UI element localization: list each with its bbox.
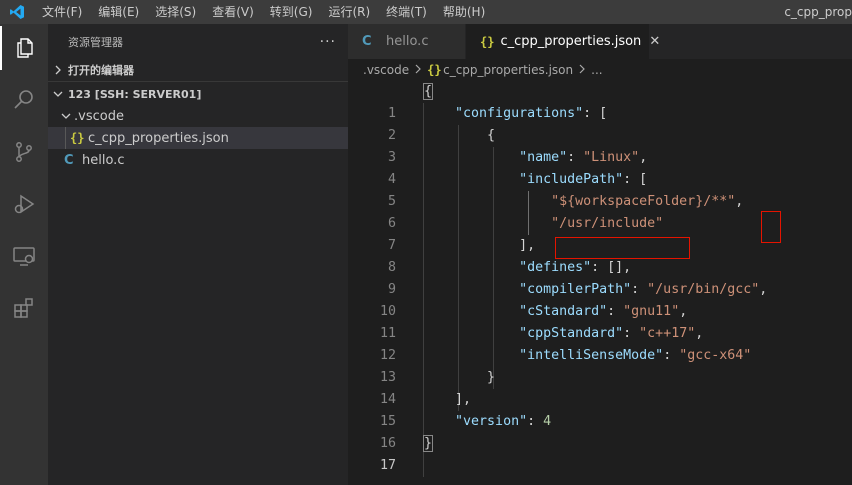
tab-bar: C hello.c {} c_cpp_properties.json ✕ <box>348 24 852 59</box>
menu-go[interactable]: 转到(G) <box>262 0 321 24</box>
chevron-right-icon <box>414 63 422 77</box>
run-debug-icon[interactable] <box>0 182 48 226</box>
breadcrumb-tail[interactable]: ... <box>591 63 602 77</box>
json-file-icon: {} <box>480 34 495 49</box>
code-line-9: 9 "defines": [], <box>387 260 632 297</box>
menu-help[interactable]: 帮助(H) <box>435 0 493 24</box>
window-title: c_cpp_prop <box>784 5 852 19</box>
close-icon[interactable]: ✕ <box>649 34 660 49</box>
code-line-4: 4 "name": "Linux", <box>387 150 648 187</box>
tab-c-cpp-properties[interactable]: {} c_cpp_properties.json ✕ <box>466 24 660 59</box>
code-line-12: 12 "cppStandard": "c++17", <box>379 326 704 363</box>
breadcrumb: .vscode {} c_cpp_properties.json ... <box>348 59 852 81</box>
code-line-14: 14 } <box>379 370 496 407</box>
section-divider <box>48 81 348 82</box>
workspace-section[interactable]: 123 [SSH: SERVER01] <box>48 83 348 105</box>
tree-file-c-cpp-properties[interactable]: {} c_cpp_properties.json <box>48 127 348 149</box>
tab-hello-c[interactable]: C hello.c <box>348 24 466 59</box>
activity-bar <box>0 24 48 485</box>
code-line-10: 10 "compilerPath": "/usr/bin/gcc", <box>379 282 768 319</box>
sidebar-header: 资源管理器 ··· <box>48 24 348 59</box>
code-line-15: 15 ], <box>379 392 472 429</box>
highlight-box-usr-include <box>555 237 690 259</box>
highlighted-comma: , <box>735 194 744 209</box>
json-file-icon: {} <box>427 63 442 77</box>
tab-label: hello.c <box>386 34 429 49</box>
menu-run[interactable]: 运行(R) <box>320 0 378 24</box>
code-line-11: 11 "cStandard": "gnu11", <box>379 304 688 341</box>
code-line-2: 2 "configurations": [ <box>387 106 608 143</box>
code-line-13: 13 "intelliSenseMode": "gcc-x64" <box>379 348 752 385</box>
search-icon[interactable] <box>0 78 48 122</box>
tab-label: c_cpp_properties.json <box>500 34 642 49</box>
code-line-6: 6 "${workspaceFolder}/**", <box>387 194 744 231</box>
workspace-label: 123 [SSH: SERVER01] <box>68 87 202 101</box>
chevron-right-icon <box>578 63 586 77</box>
file-label: c_cpp_properties.json <box>88 130 229 146</box>
code-editor[interactable]: 1 { 2 "configurations": [ 3 { 4 "name": … <box>348 81 852 477</box>
code-line-3: 3 { <box>387 128 496 165</box>
tree-file-hello-c[interactable]: C hello.c <box>48 149 348 171</box>
breadcrumb-folder[interactable]: .vscode <box>363 63 409 77</box>
explorer-sidebar: 资源管理器 ··· 打开的编辑器 123 [SSH: SERVER01] .vs… <box>48 24 348 485</box>
code-line-1: 1 { <box>387 83 434 121</box>
sidebar-title: 资源管理器 <box>68 35 123 49</box>
open-editors-label: 打开的编辑器 <box>68 64 134 77</box>
indent-guide <box>65 127 66 149</box>
explorer-icon[interactable] <box>0 26 48 70</box>
vscode-logo-icon <box>0 0 34 24</box>
chevron-right-icon <box>48 65 68 75</box>
menu-edit[interactable]: 编辑(E) <box>90 0 147 24</box>
json-file-icon: {} <box>70 131 85 145</box>
menu-file[interactable]: 文件(F) <box>34 0 90 24</box>
chevron-down-icon <box>58 111 74 121</box>
menu-selection[interactable]: 选择(S) <box>147 0 204 24</box>
open-editors-section[interactable]: 打开的编辑器 <box>48 59 348 81</box>
code-line-5: 5 "includePath": [ <box>387 172 648 209</box>
editor-area: C hello.c {} c_cpp_properties.json ✕ .vs… <box>348 24 852 485</box>
c-file-icon: C <box>64 152 74 168</box>
menu-terminal[interactable]: 终端(T) <box>378 0 435 24</box>
folder-label: .vscode <box>74 108 124 124</box>
code-line-17: 17 } <box>379 435 434 473</box>
breadcrumb-file[interactable]: c_cpp_properties.json <box>443 63 573 77</box>
code-line-16: 16 "version": 4 <box>379 414 552 451</box>
more-actions-icon[interactable]: ··· <box>320 34 336 50</box>
source-control-icon[interactable] <box>0 130 48 174</box>
extensions-icon[interactable] <box>0 286 48 330</box>
title-bar: 文件(F) 编辑(E) 选择(S) 查看(V) 转到(G) 运行(R) 终端(T… <box>0 0 852 24</box>
c-file-icon: C <box>362 34 372 49</box>
menu-bar: 文件(F) 编辑(E) 选择(S) 查看(V) 转到(G) 运行(R) 终端(T… <box>34 0 493 24</box>
remote-explorer-icon[interactable] <box>0 234 48 278</box>
chevron-down-icon <box>48 89 68 99</box>
tree-folder-vscode[interactable]: .vscode <box>48 105 348 127</box>
file-label: hello.c <box>82 152 125 168</box>
highlight-box-comma <box>761 211 781 243</box>
menu-view[interactable]: 查看(V) <box>204 0 262 24</box>
